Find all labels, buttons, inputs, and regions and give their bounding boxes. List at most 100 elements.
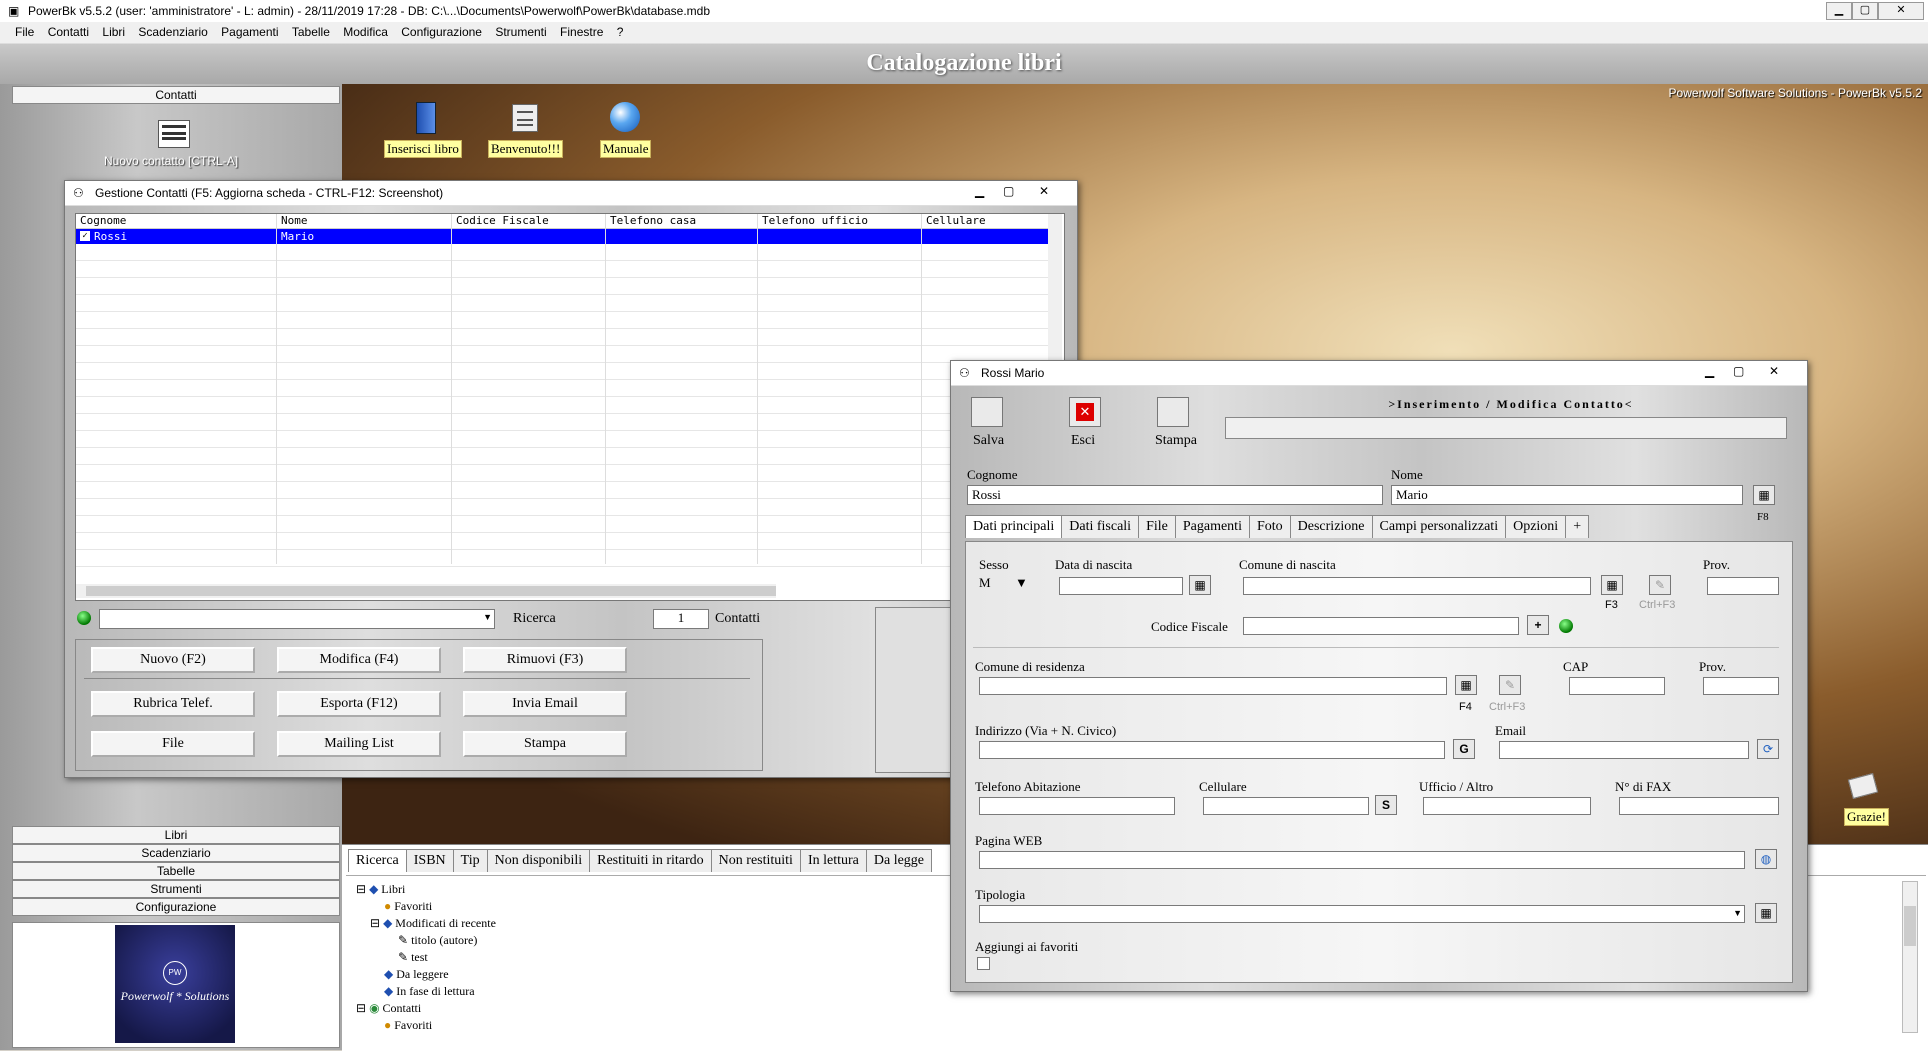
tree-item-modificati[interactable]: ⊟ ◆ Modificati di recente bbox=[356, 915, 496, 932]
edit-pencil-icon[interactable]: ✎ bbox=[1649, 575, 1671, 595]
globe-icon[interactable] bbox=[610, 102, 640, 132]
tab-in-lettura[interactable]: In lettura bbox=[799, 849, 867, 872]
print-icon[interactable] bbox=[1157, 397, 1189, 427]
geo-button[interactable]: G bbox=[1453, 739, 1475, 759]
new-contact-icon[interactable] bbox=[158, 120, 190, 148]
shortcut-benvenuto[interactable]: Benvenuto!!! bbox=[488, 140, 564, 158]
tab-foto[interactable]: Foto bbox=[1248, 515, 1291, 538]
contacts-minimize-button[interactable]: ▁ bbox=[975, 184, 984, 198]
nome-input[interactable]: Mario bbox=[1391, 485, 1743, 505]
chevron-down-icon[interactable]: ▼ bbox=[1733, 908, 1742, 918]
tab-isbn[interactable]: ISBN bbox=[405, 849, 454, 872]
menu-contatti[interactable]: Contatti bbox=[43, 22, 94, 42]
tab-non-restituiti[interactable]: Non restituiti bbox=[710, 849, 801, 872]
row-checkbox[interactable]: ✓ bbox=[80, 231, 90, 241]
prov-residenza-input[interactable] bbox=[1703, 677, 1779, 695]
tree-item-test[interactable]: ✎ test bbox=[356, 949, 496, 966]
phonebook-button[interactable]: Rubrica Telef. bbox=[91, 691, 255, 717]
col-telefono-casa[interactable]: Telefono casa bbox=[610, 214, 696, 227]
menu-finestre[interactable]: Finestre bbox=[555, 22, 608, 42]
send-email-button[interactable]: Invia Email bbox=[463, 691, 627, 717]
exit-icon[interactable]: ✕ bbox=[1069, 397, 1101, 427]
menu-strumenti[interactable]: Strumenti bbox=[490, 22, 551, 42]
sidebar-section-scadenziario[interactable]: Scadenziario bbox=[12, 844, 340, 862]
web-input[interactable] bbox=[979, 851, 1745, 869]
minimize-button[interactable]: ▁ bbox=[1826, 2, 1852, 20]
file-button[interactable]: File bbox=[91, 731, 255, 757]
tab-dati-fiscali[interactable]: Dati fiscali bbox=[1061, 515, 1140, 538]
cellulare-input[interactable] bbox=[1203, 797, 1369, 815]
thanks-icon[interactable] bbox=[1847, 772, 1879, 800]
tree-item-titolo[interactable]: ✎ titolo (autore) bbox=[356, 932, 496, 949]
comune-residenza-input[interactable] bbox=[979, 677, 1447, 695]
fax-input[interactable] bbox=[1619, 797, 1779, 815]
exit-button[interactable]: Esci bbox=[1071, 433, 1095, 449]
ufficio-input[interactable] bbox=[1423, 797, 1591, 815]
tab-restituiti-ritardo[interactable]: Restituiti in ritardo bbox=[589, 849, 712, 872]
tab-pagamenti[interactable]: Pagamenti bbox=[1174, 515, 1250, 538]
print-detail-button[interactable]: Stampa bbox=[1155, 433, 1197, 449]
sidebar-section-libri[interactable]: Libri bbox=[12, 826, 340, 844]
search-combo[interactable]: ▼ bbox=[99, 609, 495, 629]
lookup-icon[interactable]: ▦ bbox=[1455, 675, 1477, 695]
sidebar-section-contatti[interactable]: Contatti bbox=[12, 86, 340, 104]
detail-close-button[interactable]: ✕ bbox=[1769, 364, 1779, 378]
maximize-button[interactable]: ▢ bbox=[1852, 2, 1878, 20]
col-codice-fiscale[interactable]: Codice Fiscale bbox=[456, 214, 549, 227]
new-button[interactable]: Nuovo (F2) bbox=[91, 647, 255, 673]
globe-small-icon[interactable]: ◍ bbox=[1755, 849, 1777, 869]
grid-hscrollbar[interactable] bbox=[76, 584, 776, 598]
comune-nascita-input[interactable] bbox=[1243, 577, 1591, 595]
col-cellulare[interactable]: Cellulare bbox=[926, 214, 986, 227]
menu-scadenziario[interactable]: Scadenziario bbox=[133, 22, 212, 42]
tree-item-contatti[interactable]: ⊟ ◉ Contatti bbox=[356, 1000, 496, 1017]
contacts-maximize-button[interactable]: ▢ bbox=[1003, 184, 1014, 198]
col-cognome[interactable]: Cognome bbox=[80, 214, 126, 227]
edit-button[interactable]: Modifica (F4) bbox=[277, 647, 441, 673]
indirizzo-input[interactable] bbox=[979, 741, 1445, 759]
data-nascita-input[interactable] bbox=[1059, 577, 1183, 595]
menu-file[interactable]: File bbox=[10, 22, 39, 42]
shortcut-grazie[interactable]: Grazie! bbox=[1844, 808, 1889, 826]
mailing-list-button[interactable]: Mailing List bbox=[277, 731, 441, 757]
favoriti-checkbox[interactable] bbox=[977, 957, 990, 970]
cap-input[interactable] bbox=[1569, 677, 1665, 695]
col-nome[interactable]: Nome bbox=[281, 214, 308, 227]
tab-plus[interactable]: + bbox=[1565, 515, 1590, 538]
tree-item-in-lettura[interactable]: ◆ In fase di lettura bbox=[356, 983, 496, 1000]
tab-opzioni[interactable]: Opzioni bbox=[1505, 515, 1567, 538]
refresh-email-icon[interactable]: ⟳ bbox=[1757, 739, 1779, 759]
menu-libri[interactable]: Libri bbox=[97, 22, 130, 42]
contacts-close-button[interactable]: ✕ bbox=[1039, 184, 1049, 198]
shortcut-manuale[interactable]: Manuale bbox=[600, 140, 652, 158]
sidebar-section-strumenti[interactable]: Strumenti bbox=[12, 880, 340, 898]
prov-nascita-input[interactable] bbox=[1707, 577, 1779, 595]
shortcut-inserisci-libro[interactable]: Inserisci libro bbox=[384, 140, 462, 158]
sidebar-section-configurazione[interactable]: Configurazione bbox=[12, 898, 340, 916]
detail-minimize-button[interactable]: ▁ bbox=[1705, 364, 1714, 378]
lookup-icon[interactable]: ▦ bbox=[1601, 575, 1623, 595]
tab-descrizione[interactable]: Descrizione bbox=[1289, 515, 1373, 538]
close-button[interactable]: ✕ bbox=[1878, 2, 1924, 20]
address-book-icon[interactable]: ▦ bbox=[1753, 485, 1775, 505]
codice-fiscale-input[interactable] bbox=[1243, 617, 1519, 635]
tree-item-contatti-favoriti[interactable]: ● Favoriti bbox=[356, 1017, 496, 1034]
menu-modifica[interactable]: Modifica bbox=[338, 22, 393, 42]
tab-ricerca[interactable]: Ricerca bbox=[348, 849, 407, 872]
tab-file[interactable]: File bbox=[1138, 515, 1176, 538]
table-row[interactable]: ✓ Rossi Mario bbox=[76, 229, 1048, 244]
book-icon[interactable] bbox=[416, 102, 436, 134]
menu-help[interactable]: ? bbox=[612, 22, 629, 42]
email-input[interactable] bbox=[1499, 741, 1749, 759]
export-button[interactable]: Esporta (F12) bbox=[277, 691, 441, 717]
sms-button[interactable]: S bbox=[1375, 795, 1397, 815]
menu-tabelle[interactable]: Tabelle bbox=[287, 22, 335, 42]
tree-item-da-leggere[interactable]: ◆ Da leggere bbox=[356, 966, 496, 983]
edit-pencil-icon[interactable]: ✎ bbox=[1499, 675, 1521, 695]
sidebar-section-tabelle[interactable]: Tabelle bbox=[12, 862, 340, 880]
tree-item-libri[interactable]: ⊟ ◆ Libri bbox=[356, 881, 496, 898]
tab-non-disponibili[interactable]: Non disponibili bbox=[486, 849, 591, 872]
tipologia-select[interactable]: ▼ bbox=[979, 905, 1745, 923]
menu-pagamenti[interactable]: Pagamenti bbox=[216, 22, 283, 42]
print-button[interactable]: Stampa bbox=[463, 731, 627, 757]
